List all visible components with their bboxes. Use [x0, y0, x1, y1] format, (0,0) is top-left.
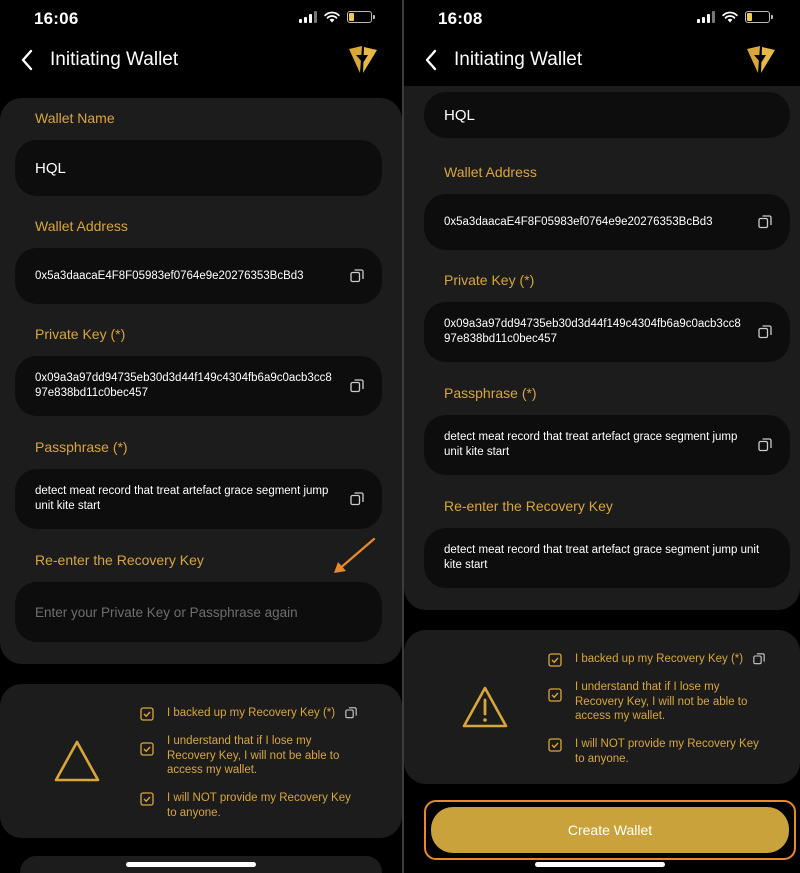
copy-icon[interactable]	[758, 438, 772, 452]
copy-icon[interactable]	[350, 379, 364, 393]
checkbox-checked-icon[interactable]	[140, 742, 154, 756]
copy-icon[interactable]	[345, 707, 357, 719]
private-key-value: 0x09a3a97dd94735eb30d3d44f149c4304fb6a9c…	[444, 318, 741, 345]
private-key-label: Private Key (*)	[35, 326, 126, 342]
reenter-recovery-key-label: Re-enter the Recovery Key	[444, 498, 613, 514]
check-row-understand[interactable]: I understand that if I lose my Recovery …	[548, 680, 771, 724]
reenter-recovery-key-input[interactable]: detect meat record that treat artefact g…	[424, 528, 790, 588]
check-label: I will NOT provide my Recovery Key to an…	[575, 738, 759, 765]
home-indicator[interactable]	[535, 862, 665, 867]
passphrase-label: Passphrase (*)	[35, 439, 128, 455]
checkbox-checked-icon[interactable]	[140, 707, 154, 721]
passphrase-value: detect meat record that treat artefact g…	[444, 431, 738, 458]
back-arrow-icon[interactable]	[422, 48, 442, 72]
check-row-not-share[interactable]: I will NOT provide my Recovery Key to an…	[548, 737, 771, 766]
passphrase-label: Passphrase (*)	[444, 385, 537, 401]
reenter-recovery-key-input[interactable]: Enter your Private Key or Passphrase aga…	[15, 582, 382, 642]
wallet-form-card: HQL Wallet Address 0x5a3daacaE4F8F05983e…	[404, 86, 800, 610]
signal-icon	[299, 11, 317, 23]
brand-logo-icon	[349, 46, 377, 73]
wallet-address-value: 0x5a3daacaE4F8F05983ef0764e9e20276353BcB…	[35, 269, 304, 282]
copy-icon[interactable]	[350, 492, 364, 506]
reenter-recovery-key-value: detect meat record that treat artefact g…	[444, 544, 760, 571]
status-bar: 16:08	[404, 0, 800, 38]
wifi-icon	[722, 11, 738, 23]
check-label: I understand that if I lose my Recovery …	[167, 735, 340, 776]
confirmation-card: I backed up my Recovery Key (*) I unders…	[0, 684, 402, 838]
passphrase-field: detect meat record that treat artefact g…	[424, 415, 790, 475]
check-label: I understand that if I lose my Recovery …	[575, 681, 748, 722]
home-indicator[interactable]	[126, 862, 256, 867]
wallet-address-field: 0x5a3daacaE4F8F05983ef0764e9e20276353BcB…	[15, 248, 382, 304]
wallet-name-label: Wallet Name	[35, 110, 115, 126]
check-label: I backed up my Recovery Key (*)	[167, 707, 336, 719]
right-screen: 16:08 Initiating Wallet HQL Wallet Addre…	[404, 0, 800, 873]
checkbox-checked-icon[interactable]	[548, 653, 562, 667]
wallet-name-value: HQL	[35, 159, 66, 177]
checkbox-checked-icon[interactable]	[548, 738, 562, 752]
left-screen: 16:06 Initiating Wallet Wallet Name HQL …	[0, 0, 402, 873]
copy-icon[interactable]	[753, 653, 765, 665]
reenter-recovery-key-label: Re-enter the Recovery Key	[35, 552, 204, 568]
battery-icon	[745, 11, 773, 23]
checkbox-checked-icon[interactable]	[548, 688, 562, 702]
check-row-understand[interactable]: I understand that if I lose my Recovery …	[140, 734, 363, 778]
checkbox-checked-icon[interactable]	[140, 792, 154, 806]
warning-icon	[54, 740, 100, 782]
nav-bar: Initiating Wallet	[0, 40, 402, 82]
wallet-name-field[interactable]: HQL	[424, 92, 790, 138]
status-bar: 16:06	[0, 0, 402, 38]
status-icons	[697, 11, 773, 23]
annotation-arrow-icon	[334, 537, 376, 573]
page-title: Initiating Wallet	[50, 49, 179, 70]
passphrase-value: detect meat record that treat artefact g…	[35, 485, 329, 512]
battery-icon	[347, 11, 375, 23]
copy-icon[interactable]	[350, 269, 364, 283]
page-title: Initiating Wallet	[454, 49, 583, 70]
check-label: I will NOT provide my Recovery Key to an…	[167, 792, 351, 819]
wifi-icon	[324, 11, 340, 23]
status-time: 16:06	[34, 9, 79, 28]
confirmation-card: I backed up my Recovery Key (*) I unders…	[404, 630, 800, 784]
signal-icon	[697, 11, 715, 23]
brand-logo-icon	[747, 46, 775, 73]
check-label: I backed up my Recovery Key (*)	[575, 653, 744, 665]
reenter-recovery-key-placeholder: Enter your Private Key or Passphrase aga…	[35, 604, 298, 620]
wallet-address-label: Wallet Address	[35, 218, 128, 234]
create-wallet-button[interactable]: Create Wallet	[431, 807, 789, 853]
wallet-address-field: 0x5a3daacaE4F8F05983ef0764e9e20276353BcB…	[424, 194, 790, 250]
check-row-backup[interactable]: I backed up my Recovery Key (*)	[548, 652, 765, 667]
wallet-address-label: Wallet Address	[444, 164, 537, 180]
passphrase-field: detect meat record that treat artefact g…	[15, 469, 382, 529]
wallet-name-value: HQL	[444, 106, 475, 124]
status-icons	[299, 11, 375, 23]
create-wallet-highlight: Create Wallet	[424, 800, 796, 860]
private-key-label: Private Key (*)	[444, 272, 535, 288]
private-key-field: 0x09a3a97dd94735eb30d3d44f149c4304fb6a9c…	[15, 356, 382, 416]
private-key-value: 0x09a3a97dd94735eb30d3d44f149c4304fb6a9c…	[35, 372, 332, 399]
wallet-form-card: Wallet Name HQL Wallet Address 0x5a3daac…	[0, 98, 402, 664]
wallet-name-field[interactable]: HQL	[15, 140, 382, 196]
copy-icon[interactable]	[758, 325, 772, 339]
wallet-address-value: 0x5a3daacaE4F8F05983ef0764e9e20276353BcB…	[444, 215, 713, 228]
check-row-not-share[interactable]: I will NOT provide my Recovery Key to an…	[140, 791, 363, 820]
private-key-field: 0x09a3a97dd94735eb30d3d44f149c4304fb6a9c…	[424, 302, 790, 362]
copy-icon[interactable]	[758, 215, 772, 229]
warning-icon	[462, 686, 508, 728]
check-row-backup[interactable]: I backed up my Recovery Key (*)	[140, 706, 357, 721]
back-arrow-icon[interactable]	[18, 48, 38, 72]
status-time: 16:08	[438, 9, 483, 28]
nav-bar: Initiating Wallet	[404, 40, 800, 82]
